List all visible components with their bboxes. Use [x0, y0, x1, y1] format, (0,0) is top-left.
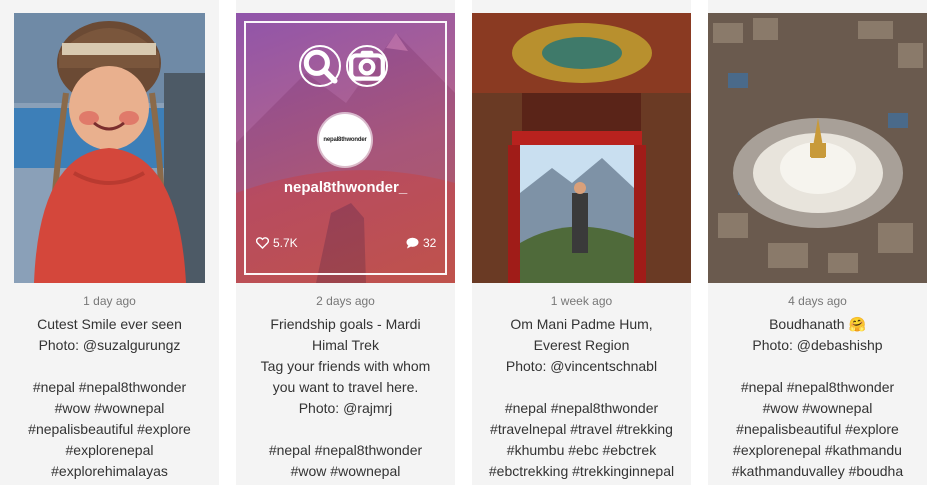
monastery-photo	[472, 13, 691, 283]
instagram-button[interactable]	[346, 45, 388, 87]
post-time: 1 week ago	[550, 294, 613, 308]
post-time: 4 days ago	[788, 294, 847, 308]
post-card-4[interactable]: 4 days ago Boudhanath 🤗 Photo: @debashis…	[708, 0, 927, 485]
post-image[interactable]	[472, 13, 691, 283]
post-meta: 2 days ago Friendship goals - Mardi Hima…	[236, 288, 455, 482]
search-button[interactable]	[299, 45, 341, 87]
heart-icon	[256, 237, 269, 249]
post-image[interactable]	[708, 13, 927, 283]
camera-icon	[349, 50, 385, 81]
post-time: 1 day ago	[83, 294, 136, 308]
comments-count: 32	[406, 236, 436, 250]
comment-icon	[406, 237, 419, 249]
boudhanath-photo	[708, 13, 927, 283]
likes-count: 5.7K	[256, 236, 298, 250]
post-card-2[interactable]: nepal8thwonder nepal8thwonder_ 5.7K 32 2…	[236, 0, 455, 485]
username[interactable]: nepal8thwonder_	[236, 179, 455, 196]
comments-value: 32	[423, 236, 437, 250]
post-time: 2 days ago	[316, 294, 375, 308]
search-icon	[303, 49, 338, 84]
avatar-logo-text: nepal8thwonder	[323, 137, 367, 143]
post-caption: Friendship goals - Mardi Himal Trek Tag …	[260, 316, 431, 479]
post-caption: Boudhanath 🤗 Photo: @debashishp #nepal #…	[731, 316, 904, 479]
post-meta: 4 days ago Boudhanath 🤗 Photo: @debashis…	[708, 288, 927, 482]
post-caption: Om Mani Padme Hum, Everest Region Photo:…	[488, 316, 675, 479]
post-meta: 1 week ago Om Mani Padme Hum, Everest Re…	[472, 288, 691, 482]
post-meta: 1 day ago Cutest Smile ever seen Photo: …	[0, 288, 219, 482]
post-image[interactable]: nepal8thwonder nepal8thwonder_ 5.7K 32	[236, 13, 455, 283]
post-image[interactable]	[14, 13, 205, 283]
likes-value: 5.7K	[273, 236, 298, 250]
post-card-1[interactable]: 1 day ago Cutest Smile ever seen Photo: …	[0, 0, 219, 485]
hover-overlay: nepal8thwonder nepal8thwonder_ 5.7K 32	[236, 13, 455, 283]
avatar[interactable]: nepal8thwonder	[319, 114, 371, 166]
child-photo	[14, 13, 205, 283]
post-caption: Cutest Smile ever seen Photo: @suzalguru…	[28, 316, 191, 479]
post-card-3[interactable]: 1 week ago Om Mani Padme Hum, Everest Re…	[472, 0, 691, 485]
